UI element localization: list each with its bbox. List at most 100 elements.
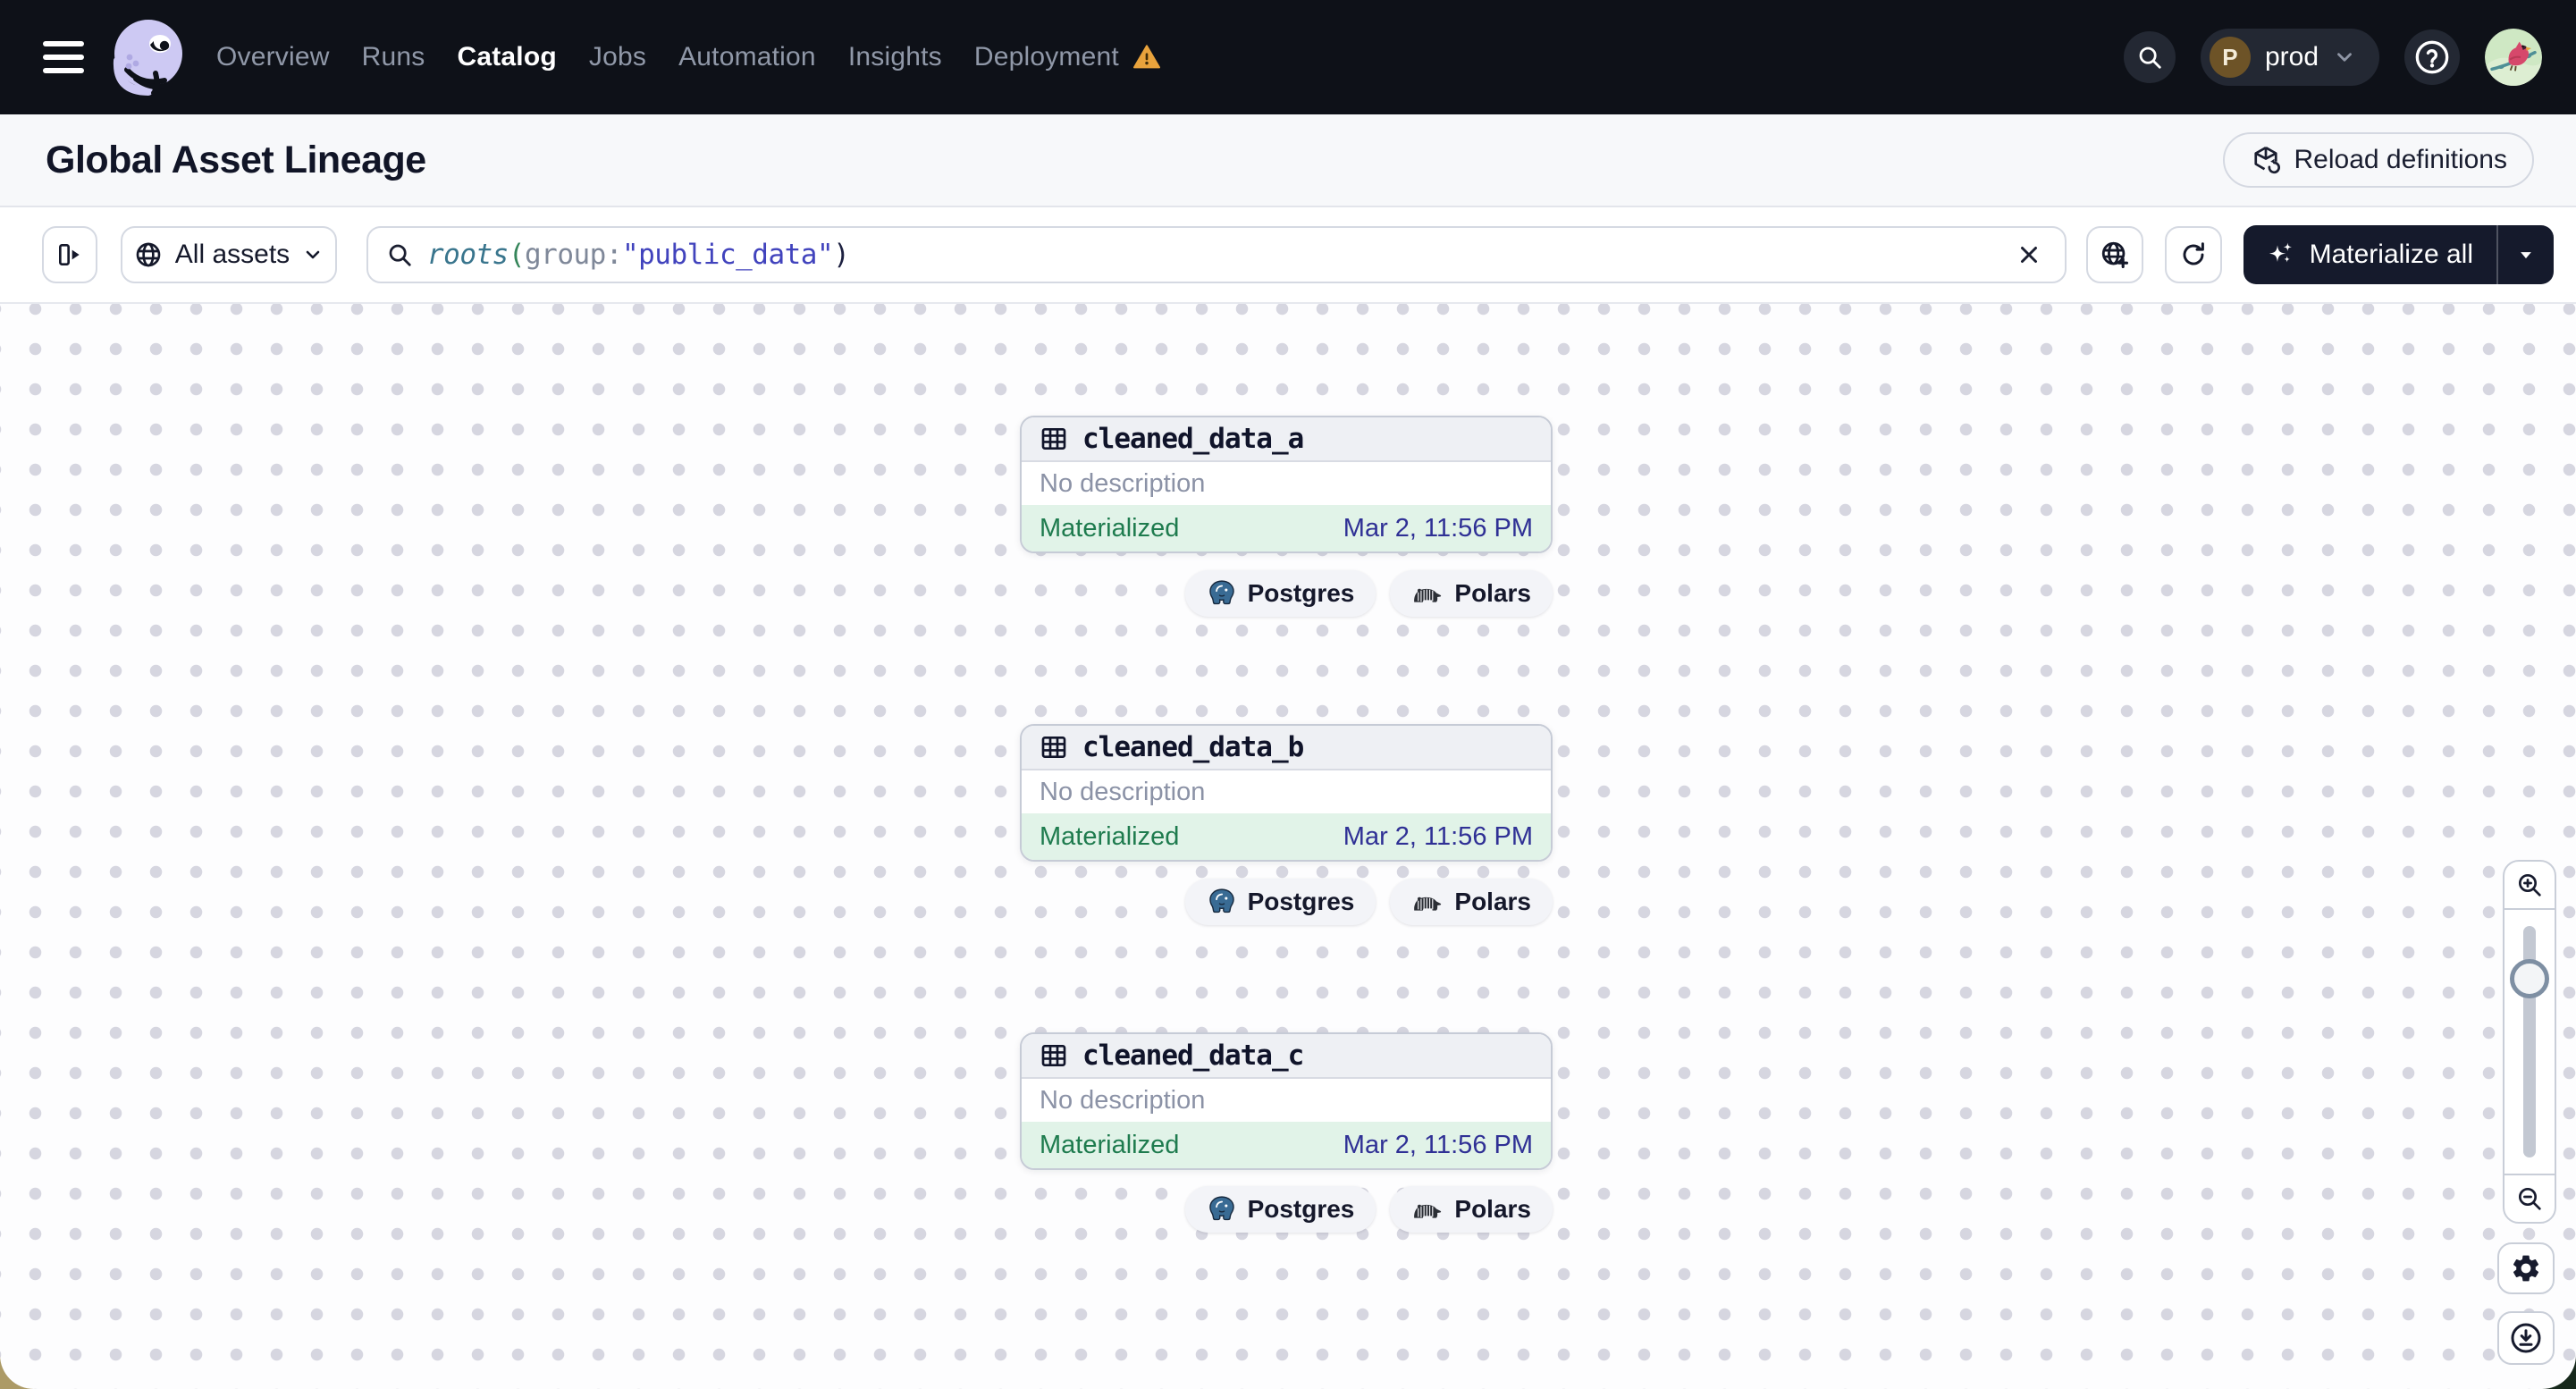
asset-name: cleaned_data_b bbox=[1082, 731, 1304, 763]
asset-description: No description bbox=[1040, 777, 1206, 806]
deployment-warning-icon bbox=[1132, 43, 1162, 72]
materialize-options-button[interactable] bbox=[2498, 225, 2554, 284]
chevron-down-icon bbox=[2333, 46, 2356, 69]
zoom-controls bbox=[2503, 860, 2556, 1224]
asset-node-header: cleaned_data_a bbox=[1022, 417, 1551, 462]
asset-description: No description bbox=[1040, 1085, 1206, 1115]
polars-icon bbox=[1411, 582, 1444, 605]
dagster-logo-icon[interactable] bbox=[105, 14, 191, 100]
nav-item-catalog[interactable]: Catalog bbox=[457, 42, 556, 72]
kind-tag-label: Polars bbox=[1454, 1195, 1531, 1223]
asset-status-time[interactable]: Mar 2, 11:56 PM bbox=[1343, 822, 1533, 852]
search-button[interactable] bbox=[2123, 31, 2176, 83]
asset-node-status-bar: Materialized Mar 2, 11:56 PM bbox=[1022, 813, 1551, 860]
kind-tag-label: Polars bbox=[1454, 888, 1531, 915]
table-icon bbox=[1040, 733, 1068, 762]
reload-definitions-button[interactable]: Reload definitions bbox=[2222, 132, 2534, 188]
asset-name: cleaned_data_c bbox=[1082, 1040, 1304, 1072]
environment-switcher[interactable]: P prod bbox=[2200, 29, 2379, 86]
kind-tag-postgres: Postgres bbox=[1184, 570, 1376, 617]
asset-node-body: No description bbox=[1022, 1079, 1551, 1122]
download-icon bbox=[2510, 1322, 2542, 1354]
asset-status-time[interactable]: Mar 2, 11:56 PM bbox=[1343, 1131, 1533, 1160]
graph-settings-button[interactable] bbox=[2497, 1242, 2555, 1294]
caret-down-icon bbox=[2513, 242, 2538, 267]
zoom-out-icon bbox=[2515, 1184, 2544, 1213]
kind-tag-polars: Polars bbox=[1390, 879, 1553, 925]
kind-tag-label: Polars bbox=[1454, 579, 1531, 607]
search-icon bbox=[386, 241, 413, 268]
asset-node-body: No description bbox=[1022, 770, 1551, 813]
nav-item-automation[interactable]: Automation bbox=[678, 42, 816, 72]
zoom-slider-thumb[interactable] bbox=[2510, 959, 2549, 998]
asset-node-cleaned-data-a[interactable]: cleaned_data_a No description Materializ… bbox=[1020, 416, 1553, 553]
avatar-bird-icon bbox=[2485, 29, 2542, 86]
navbar-right: P prod bbox=[2123, 29, 2542, 86]
chevron-down-icon bbox=[302, 244, 324, 265]
gear-icon bbox=[2510, 1252, 2542, 1284]
kind-tag-postgres: Postgres bbox=[1184, 1186, 1376, 1233]
postgres-icon bbox=[1207, 578, 1237, 609]
kind-tag-label: Postgres bbox=[1247, 579, 1355, 607]
asset-status: Materialized bbox=[1040, 513, 1180, 543]
nav-item-runs[interactable]: Runs bbox=[362, 42, 425, 72]
panel-toggle-icon bbox=[55, 240, 84, 269]
help-button[interactable] bbox=[2404, 29, 2460, 85]
top-navbar: Overview Runs Catalog Jobs Automation In… bbox=[0, 0, 2576, 114]
kind-tag-label: Postgres bbox=[1247, 888, 1355, 915]
asset-scope-dropdown[interactable]: All assets bbox=[121, 226, 337, 283]
polars-icon bbox=[1411, 890, 1444, 913]
graph-viewport[interactable]: cleaned_data_a No description Materializ… bbox=[0, 304, 2576, 1389]
asset-scope-label: All assets bbox=[174, 240, 290, 269]
asset-name: cleaned_data_a bbox=[1082, 423, 1304, 455]
asset-node-status-bar: Materialized Mar 2, 11:56 PM bbox=[1022, 1122, 1551, 1168]
nav-item-insights[interactable]: Insights bbox=[848, 42, 942, 72]
kind-tag-polars: Polars bbox=[1390, 1186, 1553, 1233]
main-nav: Overview Runs Catalog Jobs Automation In… bbox=[216, 42, 1162, 72]
menu-icon[interactable] bbox=[43, 41, 84, 73]
kind-tag-postgres: Postgres bbox=[1184, 879, 1376, 925]
page-title: Global Asset Lineage bbox=[46, 138, 426, 181]
globe-plus-icon bbox=[2100, 240, 2130, 270]
materialize-all-button[interactable]: Materialize all bbox=[2243, 225, 2496, 284]
user-avatar[interactable] bbox=[2485, 29, 2542, 86]
postgres-icon bbox=[1207, 1194, 1237, 1225]
clear-search-button[interactable] bbox=[2009, 235, 2049, 274]
page-header: Global Asset Lineage Reload definitions bbox=[0, 114, 2576, 207]
nav-item-overview[interactable]: Overview bbox=[216, 42, 330, 72]
asset-kind-tags: Postgres Polars bbox=[1020, 879, 1553, 925]
open-left-panel-button[interactable] bbox=[42, 226, 97, 283]
asset-kind-tags: Postgres Polars bbox=[1020, 1186, 1553, 1233]
asset-kind-tags: Postgres Polars bbox=[1020, 570, 1553, 617]
zoom-in-icon bbox=[2515, 871, 2544, 899]
asset-node-header: cleaned_data_b bbox=[1022, 726, 1551, 770]
asset-selection-input[interactable]: roots(group:"public_data") bbox=[366, 226, 2067, 283]
globe-icon bbox=[134, 240, 163, 269]
asset-node-cleaned-data-c[interactable]: cleaned_data_c No description Materializ… bbox=[1020, 1032, 1553, 1170]
asset-node-body: No description bbox=[1022, 462, 1551, 505]
materialize-all-split-button: Materialize all bbox=[2243, 225, 2554, 284]
nav-item-jobs[interactable]: Jobs bbox=[589, 42, 646, 72]
asset-description: No description bbox=[1040, 468, 1206, 498]
close-icon bbox=[2016, 241, 2042, 268]
zoom-slider[interactable] bbox=[2504, 910, 2555, 1174]
nav-item-deployment[interactable]: Deployment bbox=[974, 42, 1119, 72]
lineage-toolbar: All assets roots(group:"public_data") Ma… bbox=[0, 207, 2576, 304]
add-scope-button[interactable] bbox=[2085, 226, 2143, 283]
zoom-in-button[interactable] bbox=[2504, 862, 2555, 910]
asset-status: Materialized bbox=[1040, 1130, 1180, 1159]
postgres-icon bbox=[1207, 887, 1237, 917]
sparkles-icon bbox=[2267, 240, 2295, 269]
asset-node-status-bar: Materialized Mar 2, 11:56 PM bbox=[1022, 505, 1551, 551]
download-graph-button[interactable] bbox=[2497, 1311, 2555, 1365]
asset-node-cleaned-data-b[interactable]: cleaned_data_b No description Materializ… bbox=[1020, 724, 1553, 862]
refresh-button[interactable] bbox=[2164, 226, 2222, 283]
asset-status: Materialized bbox=[1040, 821, 1180, 851]
table-icon bbox=[1040, 425, 1068, 453]
asset-status-time[interactable]: Mar 2, 11:56 PM bbox=[1343, 514, 1533, 543]
help-icon bbox=[2414, 39, 2450, 75]
materialize-all-label: Materialize all bbox=[2309, 240, 2473, 269]
kind-tag-polars: Polars bbox=[1390, 570, 1553, 617]
environment-name: prod bbox=[2264, 42, 2319, 72]
zoom-out-button[interactable] bbox=[2504, 1174, 2555, 1222]
